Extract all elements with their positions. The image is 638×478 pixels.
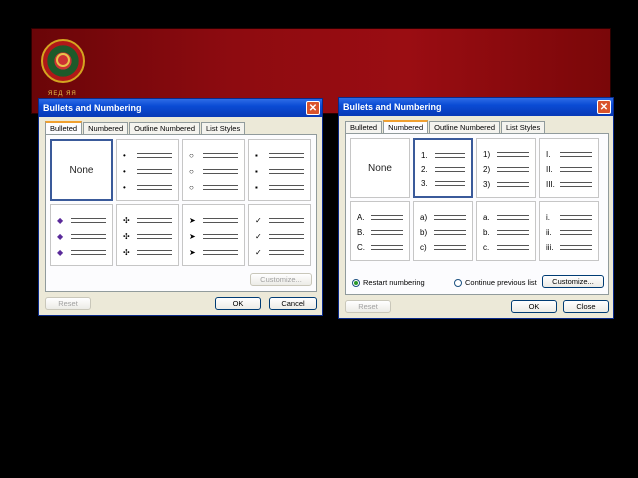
style-alpha-upper[interactable]: A. B. C. <box>350 201 410 261</box>
dialog-titlebar: Bullets and Numbering ✕ <box>339 98 613 116</box>
bullet-style-grid: None • • • ○ ○ ○ ▪ ▪ ▪ ◆ ◆ ◆ ✣ ✣ ✣ ➤ ➤ ➤… <box>50 139 311 266</box>
cancel-button[interactable]: Cancel <box>269 297 317 310</box>
number-label: 2. <box>421 164 428 174</box>
continue-previous-label: Continue previous list <box>465 278 537 287</box>
number-label: c) <box>420 242 427 252</box>
dialog-title: Bullets and Numbering <box>43 103 142 113</box>
close-icon[interactable]: ✕ <box>597 100 611 114</box>
number-label: B. <box>357 227 365 237</box>
bullet-arrow-icon: ➤ <box>189 247 196 257</box>
reset-button[interactable]: Reset <box>345 300 391 313</box>
number-label: b) <box>420 227 428 237</box>
seal-caption: ЯЕД ЯЯ <box>48 91 77 97</box>
bullet-circle-icon: ○ <box>189 166 194 176</box>
restart-numbering-radio[interactable]: Restart numbering <box>352 278 425 287</box>
number-label: II. <box>546 164 553 174</box>
style-bullet-square[interactable]: ▪ ▪ ▪ <box>248 139 311 201</box>
radio-unselected-icon <box>454 278 462 287</box>
radio-selected-icon <box>352 278 360 287</box>
bullet-check-icon: ✓ <box>255 247 262 257</box>
bullet-cross-icon: ✣ <box>123 247 130 257</box>
style-bullet-arrow[interactable]: ➤ ➤ ➤ <box>182 204 245 266</box>
dialog-title: Bullets and Numbering <box>343 102 442 112</box>
number-label: 1. <box>421 150 428 160</box>
style-arabic-paren[interactable]: 1) 2) 3) <box>476 138 536 198</box>
bullet-diamond-icon: ◆ <box>57 215 64 225</box>
number-label: iii. <box>546 242 554 252</box>
continue-previous-radio[interactable]: Continue previous list <box>454 278 537 287</box>
style-roman-upper[interactable]: I. II. III. <box>539 138 599 198</box>
bullet-square-icon: ▪ <box>255 182 258 192</box>
bullets-dialog-bulleted: Bullets and Numbering ✕ Bulleted Numbere… <box>38 98 323 316</box>
bullet-cross-icon: ✣ <box>123 215 130 225</box>
emblem-seal <box>41 39 85 83</box>
bullet-dot-icon: • <box>123 166 126 176</box>
number-label: 2) <box>483 164 491 174</box>
number-label: 3) <box>483 179 491 189</box>
number-label: I. <box>546 149 551 159</box>
bullet-diamond-icon: ◆ <box>57 247 64 257</box>
close-button[interactable]: Close <box>563 300 609 313</box>
style-bullet-dot[interactable]: • • • <box>116 139 179 201</box>
tab-panel: None 1. 2. 3. 1) 2) 3) I. II. III. A. B.… <box>345 133 609 295</box>
tab-panel: None • • • ○ ○ ○ ▪ ▪ ▪ ◆ ◆ ◆ ✣ ✣ ✣ ➤ ➤ ➤… <box>45 134 317 292</box>
bullet-circle-icon: ○ <box>189 182 194 192</box>
bullet-square-icon: ▪ <box>255 150 258 160</box>
number-label: b. <box>483 227 490 237</box>
number-style-grid: None 1. 2. 3. 1) 2) 3) I. II. III. A. B.… <box>350 138 599 261</box>
number-label: c. <box>483 242 490 252</box>
number-label: A. <box>357 212 365 222</box>
ok-button[interactable]: OK <box>511 300 557 313</box>
style-alpha-lower-paren[interactable]: a) b) c) <box>413 201 473 261</box>
bullet-arrow-icon: ➤ <box>189 231 196 241</box>
style-bullet-cross[interactable]: ✣ ✣ ✣ <box>116 204 179 266</box>
number-label: 3. <box>421 178 428 188</box>
number-label: III. <box>546 179 555 189</box>
bullet-circle-icon: ○ <box>189 150 194 160</box>
bullet-check-icon: ✓ <box>255 215 262 225</box>
bullet-square-icon: ▪ <box>255 166 258 176</box>
number-label: C. <box>357 242 365 252</box>
dialog-titlebar: Bullets and Numbering ✕ <box>39 99 322 117</box>
number-label: a) <box>420 212 428 222</box>
bullet-cross-icon: ✣ <box>123 231 130 241</box>
restart-numbering-label: Restart numbering <box>363 278 425 287</box>
style-bullet-diamond[interactable]: ◆ ◆ ◆ <box>50 204 113 266</box>
style-roman-lower[interactable]: i. ii. iii. <box>539 201 599 261</box>
style-bullet-check[interactable]: ✓ ✓ ✓ <box>248 204 311 266</box>
style-none[interactable]: None <box>50 139 113 201</box>
reset-button[interactable]: Reset <box>45 297 91 310</box>
bullet-dot-icon: • <box>123 182 126 192</box>
number-label: ii. <box>546 227 552 237</box>
style-none[interactable]: None <box>350 138 410 198</box>
ok-button[interactable]: OK <box>215 297 261 310</box>
style-bullet-circle[interactable]: ○ ○ ○ <box>182 139 245 201</box>
bullet-diamond-icon: ◆ <box>57 231 64 241</box>
customize-button[interactable]: Customize... <box>250 273 312 286</box>
none-label: None <box>69 164 94 176</box>
close-icon[interactable]: ✕ <box>306 101 320 115</box>
bullet-arrow-icon: ➤ <box>189 215 196 225</box>
bullets-dialog-numbered: Bullets and Numbering ✕ Bulleted Numbere… <box>338 97 614 319</box>
style-alpha-lower-period[interactable]: a. b. c. <box>476 201 536 261</box>
bullet-dot-icon: • <box>123 150 126 160</box>
number-label: a. <box>483 212 490 222</box>
none-label: None <box>368 162 392 174</box>
customize-button[interactable]: Customize... <box>542 275 604 288</box>
style-arabic-period[interactable]: 1. 2. 3. <box>413 138 473 198</box>
number-label: i. <box>546 212 550 222</box>
number-label: 1) <box>483 149 491 159</box>
bullet-check-icon: ✓ <box>255 231 262 241</box>
